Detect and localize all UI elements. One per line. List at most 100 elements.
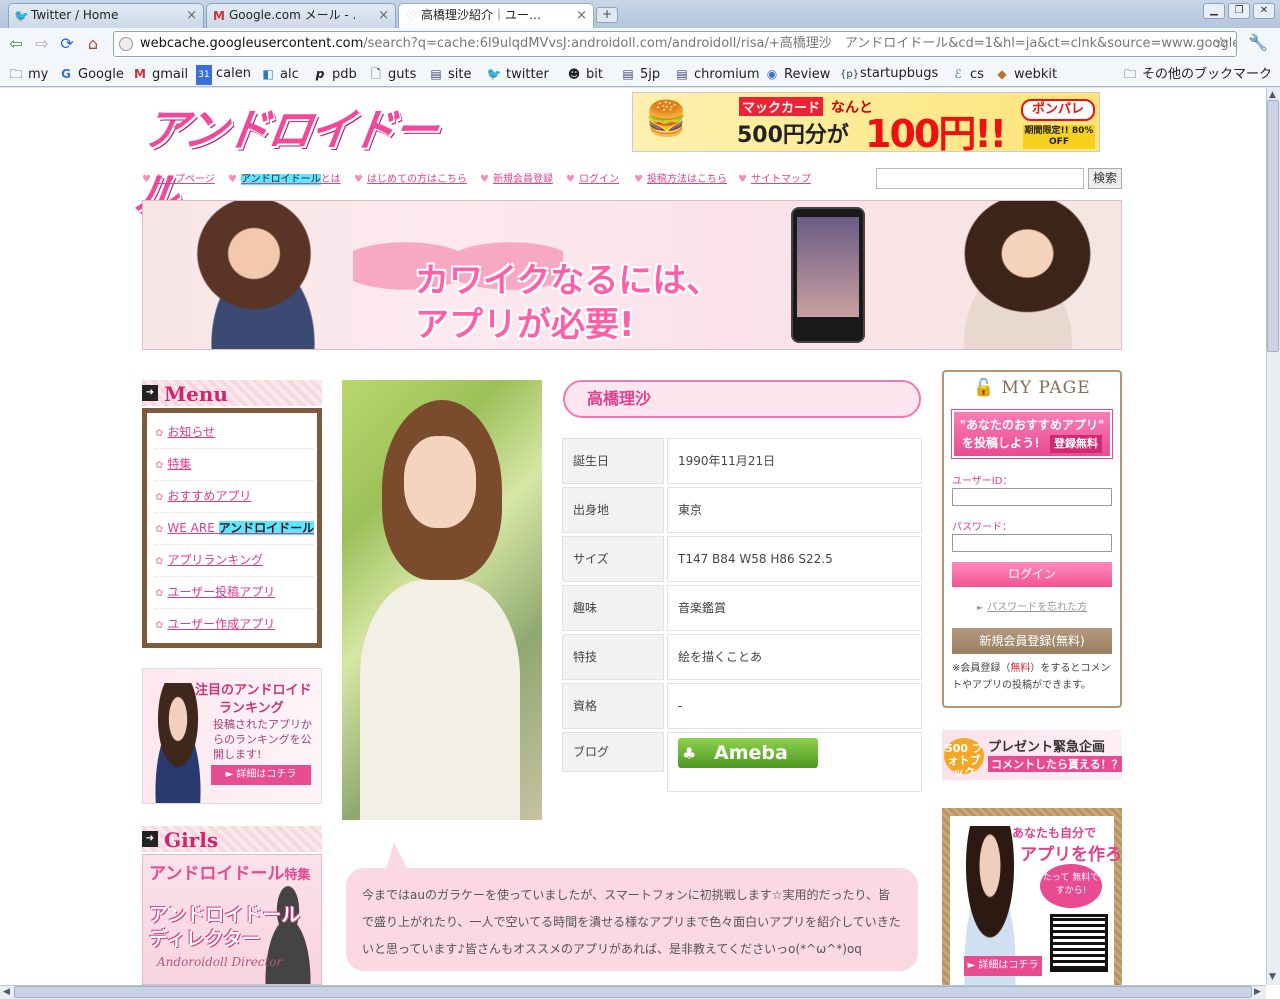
recommend-post-button[interactable]: "あなたのおすすめアプリ" を投稿しよう！ 登録無料 bbox=[952, 410, 1112, 458]
vertical-scroll-thumb[interactable] bbox=[1267, 100, 1279, 352]
nav-how-to-post[interactable]: ♥ 投稿方法はこちら bbox=[634, 170, 727, 185]
forgot-password-link[interactable]: ► パスワードを忘れた方 bbox=[944, 598, 1120, 613]
ad-banner[interactable]: 🍔 マックカード なんと 500円分が 100円!! ポンパレ 期間限定!! 8… bbox=[632, 92, 1100, 152]
bookmark-alc[interactable]: ◧ alc bbox=[260, 64, 298, 84]
scroll-right-icon[interactable]: ▶ bbox=[1254, 987, 1261, 997]
hero-model-image-right bbox=[923, 201, 1113, 349]
row-label: 特技 bbox=[562, 634, 664, 680]
hero-headline-2: アプリが必要! bbox=[415, 305, 635, 345]
ranking-title-2: ランキング bbox=[219, 701, 284, 716]
reload-icon[interactable]: ⟳ bbox=[57, 34, 77, 54]
bookmark-chromium[interactable]: ▤ chromium bbox=[674, 64, 759, 84]
heart-icon: ♥ bbox=[142, 174, 151, 185]
close-icon[interactable]: × bbox=[576, 4, 587, 27]
heart-icon: ♥ bbox=[634, 174, 643, 185]
create-app-details-button[interactable]: ► 詳細はコチラ bbox=[964, 956, 1042, 976]
tab-gmail[interactable]: M Google.com メール - … × bbox=[206, 3, 396, 28]
girls-title: Girls bbox=[164, 828, 219, 852]
bookmark-site[interactable]: ▤ site bbox=[428, 64, 471, 84]
bookmark-startupbugs[interactable]: {p}startupbugs bbox=[840, 64, 938, 84]
menu-item-feature[interactable]: ✿ 特集 bbox=[155, 449, 313, 481]
table-row: 特技 絵を描くことあ bbox=[562, 634, 922, 680]
flower-icon: ✿ bbox=[155, 588, 164, 599]
horizontal-scroll-thumb[interactable] bbox=[14, 986, 1252, 998]
menu-item-news[interactable]: ✿ お知らせ bbox=[155, 417, 313, 449]
menu-item-recommended[interactable]: ✿ おすすめアプリ bbox=[155, 481, 313, 513]
bookmark-gmail[interactable]: Mgmail bbox=[132, 64, 188, 84]
site-logo[interactable]: アンドロイドール bbox=[131, 94, 444, 220]
site-search-input[interactable] bbox=[876, 168, 1084, 189]
menu-item-user-created[interactable]: ✿ ユーザー作成アプリ bbox=[155, 609, 313, 641]
bookmark-twitter[interactable]: 🐦 twitter bbox=[486, 64, 549, 84]
user-id-input[interactable] bbox=[952, 488, 1112, 506]
nav-sitemap[interactable]: ♥ サイトマップ bbox=[738, 170, 811, 185]
table-row: 誕生日 1990年11月21日 bbox=[562, 438, 922, 484]
hero-headline-1: カワイクなるには、 bbox=[415, 261, 721, 301]
tab-twitter[interactable]: 🐦 Twitter / Home × bbox=[8, 3, 204, 28]
bookmark-pdb[interactable]: p pdb bbox=[312, 64, 357, 84]
bookmark-5jp[interactable]: ▤ 5jp bbox=[620, 64, 660, 84]
menu-item-user-posted[interactable]: ✿ ユーザー投稿アプリ bbox=[155, 577, 313, 609]
menu-item-we-are[interactable]: ✿ WE ARE アンドロイドール bbox=[155, 513, 315, 545]
calendar-icon: 31 bbox=[196, 65, 212, 85]
password-input[interactable] bbox=[952, 534, 1112, 552]
ranking-banner[interactable]: 注目のアンドロイド ランキング 投稿されたアプリからのランキングを公開します! … bbox=[142, 668, 322, 804]
hero-model-image-left bbox=[173, 201, 353, 349]
flower-icon: ✿ bbox=[155, 620, 164, 631]
row-value: 音楽鑑賞 bbox=[667, 585, 922, 631]
forward-arrow-icon[interactable]: ⇨ bbox=[32, 34, 52, 54]
present-subtitle: コメントしたら貰える！？ bbox=[988, 756, 1122, 772]
scroll-up-icon[interactable]: ▲ bbox=[1269, 90, 1276, 100]
bookmark-calen[interactable]: 31 calen bbox=[196, 64, 251, 85]
home-icon[interactable]: ⌂ bbox=[83, 34, 103, 54]
bookmark-star-icon[interactable]: ☆ bbox=[1214, 33, 1228, 52]
bookmark-bit[interactable]: ☻ bit bbox=[566, 64, 603, 84]
close-window-button[interactable]: ✕ bbox=[1253, 3, 1275, 19]
login-button[interactable]: ログイン bbox=[952, 562, 1112, 587]
bookmark-review[interactable]: ◉ Review bbox=[764, 64, 831, 84]
minimize-button[interactable]: ▁ bbox=[1203, 3, 1225, 19]
create-app-banner[interactable]: あなたも自分で アプリを作ろう たって 無料ですから! ► 詳細はコチラ bbox=[942, 808, 1122, 985]
wrench-icon[interactable]: 🔧 bbox=[1248, 33, 1268, 52]
ameba-blog-button[interactable]: Ameba bbox=[678, 738, 818, 768]
user-id-label: ユーザーID： bbox=[952, 476, 1013, 487]
menu-title: Menu bbox=[164, 382, 228, 406]
site-icon: ▤ bbox=[430, 67, 442, 81]
bookmark-other[interactable]: 🗀 その他のブックマーク bbox=[1122, 64, 1272, 84]
ranking-details-button[interactable]: ► 詳細はコチラ bbox=[211, 765, 311, 785]
url-host: webcache.googleusercontent.com bbox=[140, 36, 364, 51]
nav-top[interactable]: ♥ トップページ bbox=[142, 170, 215, 185]
close-icon[interactable]: × bbox=[378, 4, 389, 27]
girls-banner-caption: Andoroidoll Director bbox=[157, 955, 283, 969]
address-bar[interactable]: webcache.googleusercontent.com/search?q=… bbox=[113, 31, 1237, 57]
site-search-button[interactable]: 検索 bbox=[1088, 168, 1122, 189]
lock-icon: 🔓 bbox=[973, 378, 996, 398]
nav-about[interactable]: ♥ アンドロイドールとは bbox=[228, 170, 341, 185]
bookmark-my[interactable]: 🗀 my bbox=[8, 64, 48, 84]
tab-active[interactable]: ♡ 高橋理沙紹介｜ユー… × bbox=[398, 3, 594, 29]
bookmark-webkit[interactable]: ◆ webkit bbox=[994, 64, 1057, 84]
maximize-button[interactable]: ❐ bbox=[1228, 3, 1250, 19]
back-arrow-icon[interactable]: ⇦ bbox=[6, 34, 26, 54]
menu-item-ranking[interactable]: ✿ アプリランキング bbox=[155, 545, 313, 577]
speech-bubble-tail bbox=[386, 842, 408, 870]
hero-banner[interactable]: カワイクなるには、 アプリが必要! bbox=[142, 200, 1122, 350]
nav-first-time[interactable]: ♥ はじめての方はこちら bbox=[354, 170, 467, 185]
bookmark-cs[interactable]: ℰcs bbox=[950, 64, 984, 84]
present-banner[interactable]: 500 フォトブック プレゼント緊急企画 コメントしたら貰える！？ bbox=[942, 730, 1122, 780]
nav-login[interactable]: ♥ ログイン bbox=[566, 170, 619, 185]
girls-feature-banner[interactable]: アンドロイドール特集 アンドロイドール ディレクター Andoroidoll D… bbox=[142, 854, 322, 985]
new-tab-button[interactable]: + bbox=[596, 7, 618, 23]
scroll-down-icon[interactable]: ▼ bbox=[1269, 972, 1276, 982]
bookmark-guts[interactable]: 🗋 guts bbox=[368, 64, 416, 84]
row-value: 絵を描くことあ bbox=[667, 634, 922, 680]
profile-name: 高橋理沙 bbox=[563, 380, 921, 418]
close-icon[interactable]: × bbox=[186, 4, 197, 27]
page-info-icon[interactable] bbox=[119, 37, 133, 51]
heart-icon: ♡ bbox=[405, 9, 417, 23]
register-button[interactable]: 新規会員登録(無料) bbox=[952, 628, 1112, 654]
bookmark-google[interactable]: G Google bbox=[58, 64, 124, 84]
scroll-left-icon[interactable]: ◀ bbox=[3, 987, 10, 997]
nav-register[interactable]: ♥ 新規会員登録 bbox=[480, 170, 553, 185]
flower-icon: ✿ bbox=[155, 460, 164, 471]
